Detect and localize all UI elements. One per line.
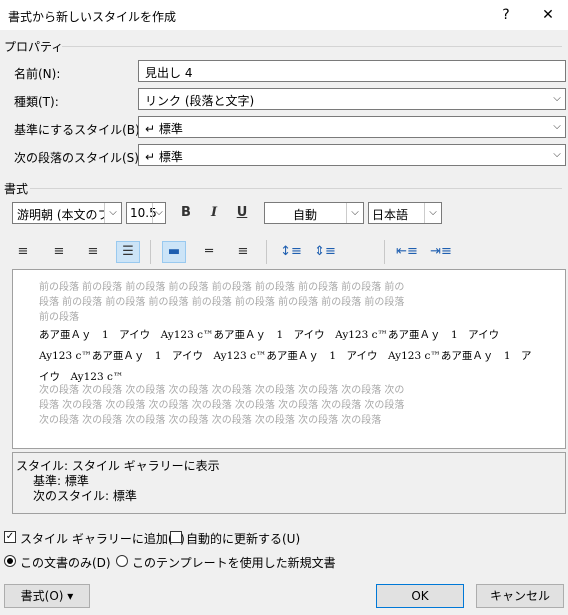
name-input[interactable]: 見出し 4 xyxy=(138,60,566,82)
next-paragraph-text: 次の段落 次の段落 次の段落 次の段落 次の段落 次の段落 次の段落 次の段落 … xyxy=(39,383,404,428)
description-line: 次のスタイル: 標準 xyxy=(33,489,137,503)
toolbar-separator xyxy=(266,240,267,264)
help-button[interactable]: ? xyxy=(486,2,526,28)
cancel-button[interactable]: キャンセル xyxy=(476,584,564,608)
chevron-down-icon: ⌵ xyxy=(548,145,565,165)
chevron-down-icon: ⌵ xyxy=(424,203,441,223)
template-label[interactable]: このテンプレートを使用した新規文書 xyxy=(132,554,336,571)
align-right-icon[interactable]: ≡ xyxy=(82,241,104,263)
base-style-select[interactable]: ↵ 標準 ⌵ xyxy=(138,116,566,138)
italic-button[interactable]: I xyxy=(204,205,224,220)
type-select[interactable]: リンク (段落と文字) ⌵ xyxy=(138,88,566,110)
style-preview: 前の段落 前の段落 前の段落 前の段落 前の段落 前の段落 前の段落 前の段落 … xyxy=(12,269,566,449)
this-document-radio[interactable] xyxy=(4,555,16,567)
previous-paragraph-text: 前の段落 前の段落 前の段落 前の段落 前の段落 前の段落 前の段落 前の段落 … xyxy=(39,280,404,325)
preview-line: 段落 前の段落 前の段落 前の段落 前の段落 前の段落 前の段落 前の段落 前の… xyxy=(39,297,405,308)
name-input-value: 見出し 4 xyxy=(145,66,193,80)
format-divider xyxy=(30,188,562,189)
name-label: 名前(N): xyxy=(14,67,61,81)
next-style-label: 次の段落のスタイル(S): xyxy=(14,151,144,165)
add-to-gallery-checkbox[interactable]: ✓ xyxy=(4,531,16,543)
align-center-icon[interactable]: ≡ xyxy=(48,241,70,263)
preview-line: 前の段落 xyxy=(39,312,79,323)
toolbar-separator xyxy=(150,240,151,264)
format-menu-button[interactable]: 書式(O) ▾ xyxy=(4,584,90,608)
auto-update-checkbox[interactable] xyxy=(170,531,182,543)
next-style-select[interactable]: ↵ 標準 ⌵ xyxy=(138,144,566,166)
font-size-select[interactable]: 10.5 ⌵ xyxy=(126,202,166,224)
chevron-down-icon: ⌵ xyxy=(548,89,565,109)
preview-line: 前の段落 前の段落 前の段落 前の段落 前の段落 前の段落 前の段落 前の段落 … xyxy=(39,282,405,293)
chevron-down-icon: ⌵ xyxy=(346,203,363,223)
auto-update-label[interactable]: 自動的に更新する(U) xyxy=(186,530,300,547)
dialog-title: 書式から新しいスタイルを作成 xyxy=(8,10,177,24)
type-select-value: リンク (段落と文字) xyxy=(145,94,255,108)
increase-indent-icon[interactable]: ⇥≡ xyxy=(430,241,452,263)
underline-button[interactable]: U xyxy=(232,205,252,220)
font-color-select[interactable]: 自動 ⌵ xyxy=(264,202,364,224)
line-spacing-icon[interactable]: ↕≡ xyxy=(280,241,302,263)
preview-line: 段落 次の段落 次の段落 次の段落 次の段落 次の段落 次の段落 次の段落 次の… xyxy=(39,400,405,411)
base-style-value: ↵ 標準 xyxy=(145,122,183,136)
font-select[interactable]: 游明朝 (本文のフ ⌵ xyxy=(12,202,122,224)
chevron-down-icon: ⌵ xyxy=(548,117,565,137)
preview-line: Ay123 c™あア亜Ａｙ 1 アイウ Ay123 c™あア亜Ａｙ 1 アイウ … xyxy=(39,350,532,362)
paragraph-spacing-icon[interactable]: ⇕≡ xyxy=(314,241,336,263)
decrease-indent-icon[interactable]: ⇤≡ xyxy=(396,241,418,263)
bold-button[interactable]: B xyxy=(176,205,196,220)
chevron-down-icon: ⌵ xyxy=(104,203,121,223)
chevron-down-icon: ⌵ xyxy=(152,203,165,223)
this-document-label[interactable]: この文書のみ(D) xyxy=(20,554,111,571)
one-half-spacing-icon[interactable]: ═ xyxy=(198,241,220,263)
align-left-icon[interactable]: ≡ xyxy=(12,241,34,263)
font-color-value: 自動 xyxy=(293,208,318,222)
type-label: 種類(T): xyxy=(14,95,59,109)
properties-section-label: プロパティ xyxy=(4,40,64,54)
sample-paragraph-text: あア亜Ａｙ 1 アイウ Ay123 c™あア亜Ａｙ 1 アイウ Ay123 c™… xyxy=(39,325,532,388)
justify-icon[interactable]: ☰ xyxy=(116,241,140,263)
single-spacing-icon[interactable]: ▬ xyxy=(162,241,186,263)
format-section-label: 書式 xyxy=(4,182,29,196)
toolbar-separator xyxy=(384,240,385,264)
double-spacing-icon[interactable]: ≡ xyxy=(232,241,254,263)
next-style-value: ↵ 標準 xyxy=(145,150,183,164)
style-description: スタイル: スタイル ギャラリーに表示 基準: 標準 次のスタイル: 標準 xyxy=(12,452,566,514)
preview-line: あア亜Ａｙ 1 アイウ Ay123 c™あア亜Ａｙ 1 アイウ Ay123 c™… xyxy=(39,329,500,341)
language-select[interactable]: 日本語 ⌵ xyxy=(368,202,442,224)
close-button[interactable]: ✕ xyxy=(528,2,568,28)
preview-line: 次の段落 次の段落 次の段落 次の段落 次の段落 次の段落 次の段落 次の段落 … xyxy=(39,385,405,396)
base-style-label: 基準にするスタイル(B): xyxy=(14,123,144,137)
properties-divider xyxy=(62,46,562,47)
preview-line: 次の段落 次の段落 次の段落 次の段落 次の段落 次の段落 次の段落 次の段落 xyxy=(39,415,382,426)
font-select-value: 游明朝 (本文のフ xyxy=(17,208,110,222)
add-to-gallery-label[interactable]: スタイル ギャラリーに追加(S) xyxy=(20,530,185,547)
language-value: 日本語 xyxy=(372,208,409,222)
ok-button[interactable]: OK xyxy=(376,584,464,608)
template-radio[interactable] xyxy=(116,555,128,567)
